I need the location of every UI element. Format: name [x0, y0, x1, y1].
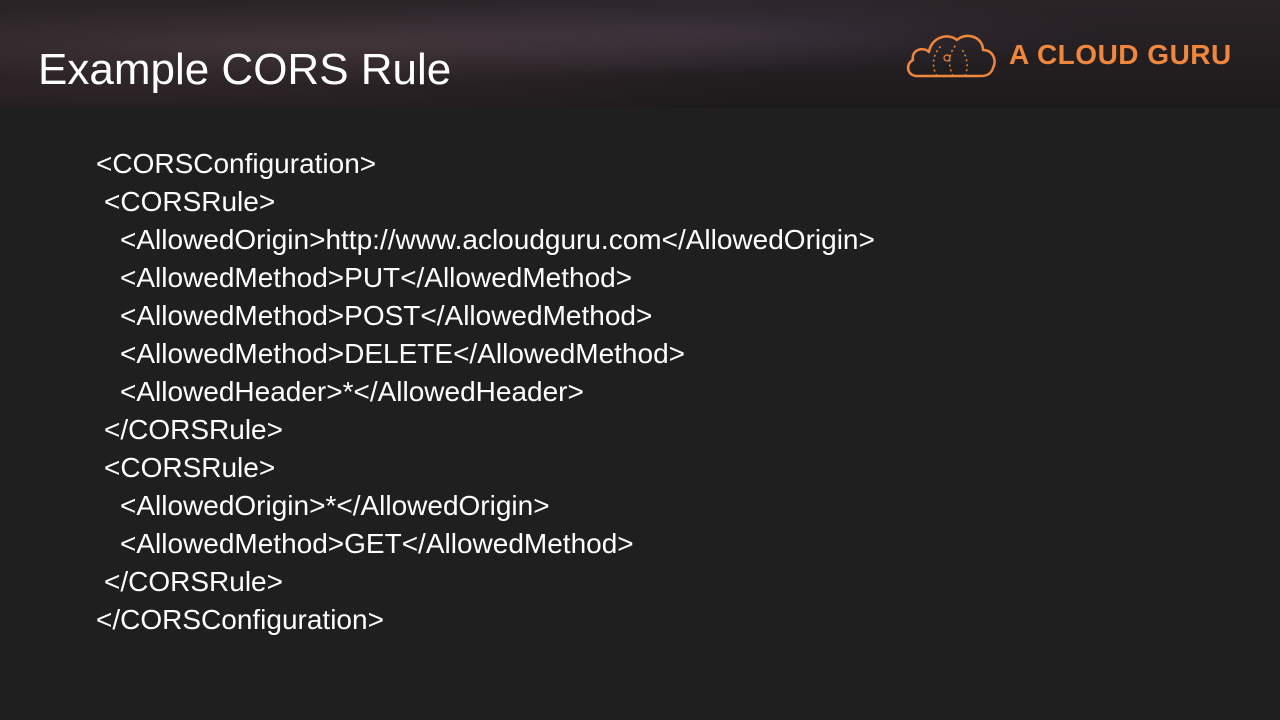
code-line: <CORSRule> — [104, 186, 276, 217]
code-line: <AllowedMethod>GET</AllowedMethod> — [120, 528, 634, 559]
code-line: </CORSRule> — [104, 414, 283, 445]
code-block: <CORSConfiguration> <CORSRule> <AllowedOri… — [96, 145, 875, 639]
code-line: <CORSConfiguration> — [96, 148, 377, 179]
brand-name: A CLOUD GURU — [1009, 39, 1232, 70]
code-line: <AllowedOrigin>http://www.acloudguru.com… — [120, 224, 875, 255]
code-line: </CORSRule> — [104, 566, 283, 597]
code-line: <AllowedHeader>*</AllowedHeader> — [120, 376, 584, 407]
code-line: </CORSConfiguration> — [96, 604, 384, 635]
code-line: <AllowedOrigin>*</AllowedOrigin> — [120, 490, 550, 521]
brand-logo: A CLOUD GURU — [903, 28, 1243, 82]
slide-title: Example CORS Rule — [38, 45, 452, 94]
code-line: <AllowedMethod>DELETE</AllowedMethod> — [120, 338, 686, 369]
cloud-guru-icon — [906, 34, 996, 78]
header-banner: Example CORS Rule A CLOUD GURU — [0, 0, 1280, 108]
code-line: <AllowedMethod>POST</AllowedMethod> — [120, 300, 653, 331]
slide: Example CORS Rule A CLOUD GURU <CORSConf… — [0, 0, 1280, 720]
code-line: <CORSRule> — [104, 452, 276, 483]
code-line: <AllowedMethod>PUT</AllowedMethod> — [120, 262, 633, 293]
